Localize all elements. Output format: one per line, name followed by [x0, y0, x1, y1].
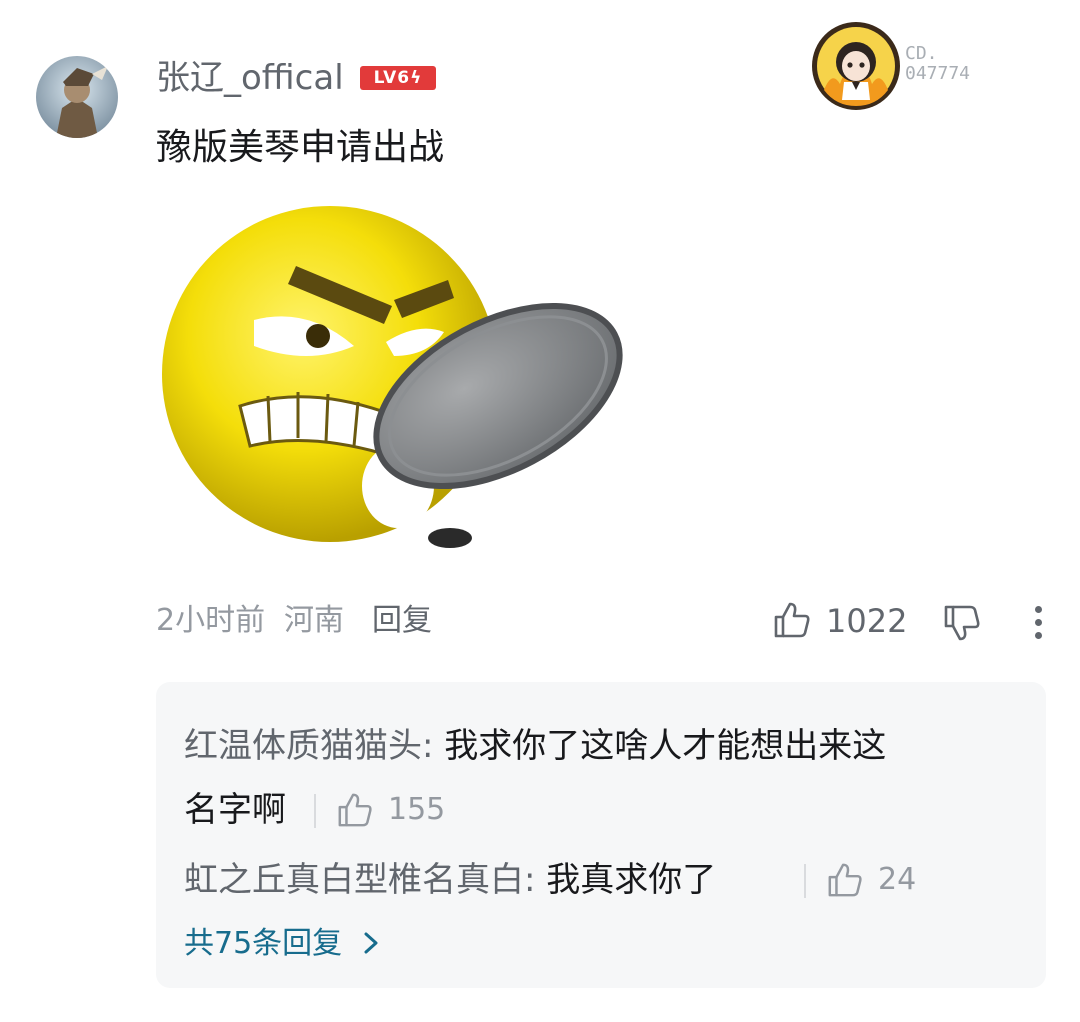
more-dot [1035, 606, 1042, 613]
like-icon [338, 793, 372, 827]
like-button[interactable]: 1022 [772, 598, 907, 644]
comment-time: 2小时前 [156, 603, 266, 638]
reply-separator: : [422, 726, 434, 766]
username[interactable]: 张辽_offical [156, 56, 344, 100]
reply-separator: : [524, 860, 536, 900]
divider [804, 864, 806, 898]
view-all-label: 共75条回复 [184, 926, 343, 961]
reply-item[interactable]: 红温体质猫猫头: 我求你了这啥人才能想出来这 [184, 722, 886, 770]
user-avatar[interactable] [36, 56, 118, 138]
level-badge-text: LV6 [373, 68, 411, 88]
replies-preview[interactable]: 红温体质猫猫头: 我求你了这啥人才能想出来这 名字啊 155 虹之丘真白型椎名真… [156, 682, 1046, 988]
reply-author[interactable]: 虹之丘真白型椎名真白 [184, 860, 524, 900]
dislike-button[interactable] [942, 600, 986, 644]
fan-badge-avatar[interactable] [810, 20, 902, 112]
reply-text: 我求你了这啥人才能想出来这 [433, 726, 887, 766]
fan-number-value: 047774 [905, 63, 971, 84]
like-icon [828, 863, 862, 897]
angry-emoji-sticker-image[interactable] [158, 196, 658, 566]
level-badge: LV6ϟ [360, 66, 436, 90]
like-icon [774, 602, 810, 638]
lightning-icon: ϟ [410, 68, 423, 88]
more-dot [1035, 632, 1042, 639]
reply-like-count: 24 [878, 862, 917, 897]
reply-like-count: 155 [388, 792, 446, 827]
reply-like-button[interactable]: 24 [826, 858, 926, 902]
reply-text-continued: 名字啊 [184, 790, 286, 830]
fan-number: CD. 047774 [905, 44, 1015, 84]
reply-like-button[interactable]: 155 [336, 788, 456, 832]
reply-button[interactable]: 回复 [372, 600, 432, 642]
like-count: 1022 [826, 602, 908, 640]
chevron-right-icon [364, 932, 378, 954]
reply-item[interactable]: 虹之丘真白型椎名真白: 我真求你了 [184, 856, 716, 904]
reply-author[interactable]: 红温体质猫猫头 [184, 726, 422, 766]
more-icon[interactable] [1026, 600, 1050, 644]
dislike-icon [944, 605, 980, 641]
reply-text: 我真求你了 [535, 860, 717, 900]
more-dot [1035, 619, 1042, 626]
divider [314, 794, 316, 828]
fan-number-label: CD. [905, 43, 938, 64]
view-all-replies-link[interactable]: 共75条回复 [184, 922, 382, 966]
comment-text: 豫版美琴申请出战 [156, 127, 445, 168]
comment-location: 河南 [284, 603, 344, 638]
